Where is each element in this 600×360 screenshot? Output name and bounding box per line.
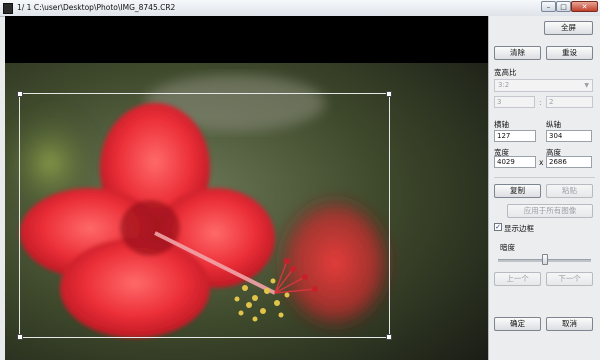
- apply-to-all-button[interactable]: 应用于所有图像: [507, 204, 593, 218]
- crop-handle-bottom-left[interactable]: [17, 334, 23, 340]
- x-axis-label: 横轴: [494, 120, 509, 129]
- copy-button[interactable]: 复制: [494, 184, 541, 198]
- window-title: 1/ 1 C:\user\Desktop\Photo\IMG_8745.CR2: [17, 3, 176, 12]
- y-axis-field[interactable]: 304: [546, 130, 592, 142]
- minimize-button[interactable]: –: [541, 1, 556, 12]
- aspect-ratio-select[interactable]: 3:2 ▼: [494, 79, 593, 92]
- next-button[interactable]: 下一个: [546, 272, 593, 286]
- crop-settings-panel: 全屏 清除 重设 宽高比 3:2 ▼ 3 : 2 横轴 纵轴 127 304 宽…: [488, 16, 600, 360]
- show-frame-checkbox[interactable]: ✓: [494, 223, 502, 231]
- width-field[interactable]: 4029: [494, 156, 536, 168]
- height-field[interactable]: 2686: [546, 156, 592, 168]
- fullscreen-button[interactable]: 全屏: [544, 21, 593, 35]
- app-icon: [3, 3, 13, 14]
- cancel-button[interactable]: 取消: [546, 317, 593, 331]
- paste-button[interactable]: 粘贴: [546, 184, 593, 198]
- chevron-down-icon: ▼: [584, 82, 589, 89]
- times-sign: x: [539, 158, 544, 167]
- y-axis-label: 纵轴: [546, 120, 561, 129]
- image-viewer[interactable]: [5, 16, 488, 360]
- crop-frame[interactable]: [17, 91, 392, 340]
- show-frame-label: 显示边框: [504, 224, 534, 233]
- ratio-width-field[interactable]: 3: [494, 96, 535, 108]
- crop-handle-top-right[interactable]: [386, 91, 392, 97]
- darkness-slider-thumb[interactable]: [541, 254, 548, 265]
- crop-handle-bottom-right[interactable]: [386, 334, 392, 340]
- ratio-separator: :: [539, 98, 542, 107]
- close-button[interactable]: ✕: [571, 1, 598, 12]
- ratio-height-field[interactable]: 2: [546, 96, 593, 108]
- maximize-button[interactable]: □: [556, 1, 571, 12]
- ok-button[interactable]: 确定: [494, 317, 541, 331]
- darkness-label: 暗度: [500, 243, 515, 252]
- divider: [494, 177, 595, 178]
- aspect-ratio-label: 宽高比: [494, 68, 517, 77]
- reset-button[interactable]: 重设: [546, 46, 593, 60]
- previous-button[interactable]: 上一个: [494, 272, 541, 286]
- clear-button[interactable]: 清除: [494, 46, 541, 60]
- title-bar: 1/ 1 C:\user\Desktop\Photo\IMG_8745.CR2 …: [0, 0, 600, 17]
- crop-handle-top-left[interactable]: [17, 91, 23, 97]
- x-axis-field[interactable]: 127: [494, 130, 536, 142]
- aspect-ratio-value: 3:2: [498, 81, 510, 89]
